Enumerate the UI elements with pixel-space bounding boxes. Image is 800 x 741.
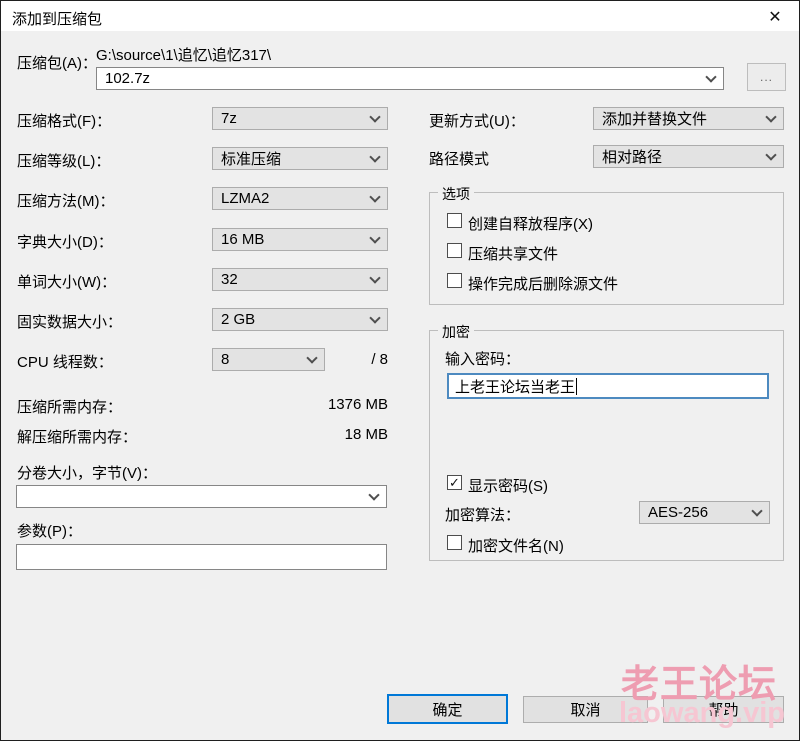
encryption-method-label: 加密算法： (445, 507, 521, 524)
show-password-label: 显示密码(S) (468, 478, 548, 495)
encryption-group-title: 加密 (438, 322, 474, 342)
solid-block-value: 2 GB (221, 311, 256, 328)
create-sfx-checkbox[interactable] (447, 213, 462, 228)
show-password-checkbox[interactable]: ✓ (447, 475, 462, 490)
volume-size-label: 分卷大小，字节(V)： (17, 465, 157, 482)
solid-block-combobox[interactable]: 2 GB (212, 308, 388, 331)
level-label: 压缩等级(L)： (17, 153, 111, 170)
dictionary-label: 字典大小(D)： (17, 234, 113, 251)
solid-block-label: 固实数据大小： (17, 314, 123, 331)
shared-files-checkbox[interactable] (447, 243, 462, 258)
help-button[interactable]: 帮助 (663, 696, 784, 723)
method-value: LZMA2 (221, 190, 270, 207)
cancel-button[interactable]: 取消 (523, 696, 648, 723)
encrypt-filenames-label: 加密文件名(N) (468, 538, 564, 555)
delete-after-label: 操作完成后删除源文件 (468, 276, 619, 293)
chevron-down-icon (368, 488, 380, 501)
chevron-down-icon (765, 148, 777, 161)
archive-name-value: 102.7z (105, 70, 151, 87)
chevron-down-icon (369, 190, 381, 203)
chevron-down-icon (369, 231, 381, 244)
dictionary-combobox[interactable]: 16 MB (212, 228, 388, 251)
chevron-down-icon (369, 311, 381, 324)
chevron-down-icon (369, 150, 381, 163)
add-to-archive-dialog: 添加到压缩包 ✕ 压缩包(A)： G:\source\1\追忆\追忆317\ 1… (0, 0, 800, 741)
encrypt-filenames-checkbox[interactable] (447, 535, 462, 550)
word-size-combobox[interactable]: 32 (212, 268, 388, 291)
level-combobox[interactable]: 标准压缩 (212, 147, 388, 170)
memory-decompress-label: 解压缩所需内存： (17, 429, 138, 446)
chevron-down-icon (705, 70, 717, 83)
password-input[interactable]: 上老王论坛当老王 (447, 373, 769, 399)
dictionary-value: 16 MB (221, 231, 265, 248)
method-label: 压缩方法(M)： (17, 193, 115, 210)
chevron-down-icon (369, 110, 381, 123)
password-label: 输入密码： (445, 351, 521, 368)
format-label: 压缩格式(F)： (17, 113, 112, 130)
update-mode-combobox[interactable]: 添加并替换文件 (593, 107, 784, 130)
chevron-down-icon (751, 504, 763, 517)
titlebar: 添加到压缩包 ✕ (1, 1, 799, 31)
encryption-method-combobox[interactable]: AES-256 (639, 501, 770, 524)
cpu-threads-value: 8 (221, 351, 230, 368)
cpu-threads-label: CPU 线程数： (17, 354, 113, 371)
create-sfx-label: 创建自释放程序(X) (468, 216, 593, 233)
chevron-down-icon (369, 271, 381, 284)
word-size-label: 单词大小(W)： (17, 274, 117, 291)
archive-name-combobox[interactable]: 102.7z (96, 67, 724, 90)
shared-files-label: 压缩共享文件 (468, 246, 559, 263)
path-mode-label: 路径模式 (429, 151, 490, 168)
word-size-value: 32 (221, 271, 238, 288)
chevron-down-icon (765, 110, 777, 123)
update-mode-value: 添加并替换文件 (602, 111, 708, 128)
level-value: 标准压缩 (221, 151, 282, 168)
volume-size-combobox[interactable] (16, 485, 387, 508)
browse-button[interactable]: ... (747, 63, 786, 91)
cpu-threads-max: / 8 (371, 351, 388, 368)
archive-label: 压缩包(A)： (17, 55, 97, 72)
path-mode-combobox[interactable]: 相对路径 (593, 145, 784, 168)
dialog-title: 添加到压缩包 (12, 11, 103, 28)
ok-button[interactable]: 确定 (387, 694, 508, 724)
memory-compress-value: 1376 MB (327, 396, 388, 413)
parameters-label: 参数(P)： (17, 523, 82, 540)
method-combobox[interactable]: LZMA2 (212, 187, 388, 210)
text-caret (576, 377, 578, 395)
parameters-input[interactable] (16, 544, 387, 570)
path-mode-value: 相对路径 (602, 149, 663, 166)
update-mode-label: 更新方式(U)： (429, 113, 525, 130)
memory-compress-label: 压缩所需内存： (17, 399, 123, 416)
format-combobox[interactable]: 7z (212, 107, 388, 130)
format-value: 7z (221, 110, 237, 127)
options-group-title: 选项 (438, 184, 474, 204)
memory-decompress-value: 18 MB (344, 426, 388, 443)
password-value: 上老王论坛当老王 (455, 378, 576, 396)
archive-path: G:\source\1\追忆\追忆317\ (96, 47, 272, 64)
delete-after-checkbox[interactable] (447, 273, 462, 288)
encryption-method-value: AES-256 (648, 504, 709, 521)
close-icon[interactable]: ✕ (761, 5, 789, 28)
